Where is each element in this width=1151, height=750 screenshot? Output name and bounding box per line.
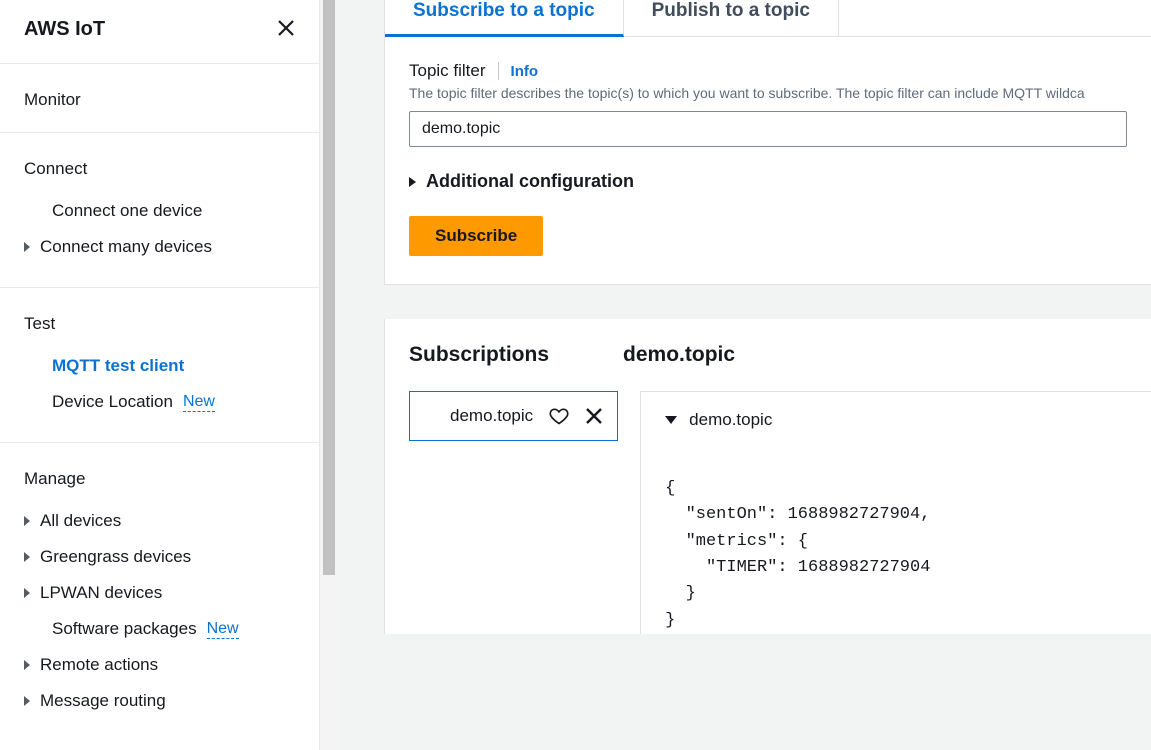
nav-group-monitor: Monitor — [0, 64, 319, 133]
subscription-chip[interactable]: demo.topic — [409, 391, 618, 441]
current-topic-title: demo.topic — [623, 343, 735, 367]
nav-connect-one-device[interactable]: Connect one device — [24, 193, 295, 229]
nav-group-test: Test MQTT test client Device Location Ne… — [0, 288, 319, 443]
divider — [498, 62, 499, 80]
additional-configuration-toggle[interactable]: Additional configuration — [409, 171, 1127, 192]
new-badge: New — [207, 620, 239, 639]
caret-right-icon — [24, 696, 30, 706]
subscription-chip-label: demo.topic — [450, 406, 533, 426]
caret-right-icon — [24, 660, 30, 670]
close-icon[interactable] — [585, 407, 603, 425]
sidebar: AWS IoT Monitor Connect Connect one devi… — [0, 0, 320, 750]
nav-lpwan-devices[interactable]: LPWAN devices — [24, 575, 295, 611]
caret-right-icon — [24, 552, 30, 562]
nav-device-location[interactable]: Device Location New — [24, 384, 295, 420]
nav-mqtt-test-client[interactable]: MQTT test client — [24, 348, 295, 384]
nav-heading-connect: Connect — [24, 159, 295, 179]
nav-greengrass-devices[interactable]: Greengrass devices — [24, 539, 295, 575]
subscriptions-panel: Subscriptions demo.topic demo.topic — [384, 319, 1151, 634]
tab-publish[interactable]: Publish to a topic — [624, 0, 839, 36]
subscriptions-title: Subscriptions — [409, 343, 549, 367]
caret-right-icon — [24, 588, 30, 598]
caret-right-icon — [409, 177, 416, 187]
new-badge: New — [183, 393, 215, 412]
message-topic: demo.topic — [689, 410, 772, 430]
nav-connect-many-devices[interactable]: Connect many devices — [24, 229, 295, 265]
caret-right-icon — [24, 242, 30, 252]
nav-heading-test: Test — [24, 314, 295, 334]
nav-item-label: LPWAN devices — [40, 583, 162, 603]
nav-item-label: Connect many devices — [40, 237, 212, 257]
nav-item-label: Greengrass devices — [40, 547, 191, 567]
nav-item-label: Message routing — [40, 691, 166, 711]
subscribe-panel: Subscribe to a topic Publish to a topic … — [384, 0, 1151, 285]
nav-item-label: All devices — [40, 511, 121, 531]
topic-filter-label: Topic filter — [409, 61, 486, 81]
nav-software-packages[interactable]: Software packages New — [24, 611, 295, 647]
subscribe-button[interactable]: Subscribe — [409, 216, 543, 256]
main-content: Subscribe to a topic Publish to a topic … — [338, 0, 1151, 750]
sidebar-header: AWS IoT — [0, 0, 319, 64]
nav-item-label: Connect one device — [52, 201, 202, 221]
sidebar-title: AWS IoT — [24, 18, 105, 41]
nav-heading-manage: Manage — [24, 469, 295, 489]
caret-down-icon — [665, 416, 677, 424]
topic-filter-help: The topic filter describes the topic(s) … — [409, 85, 1127, 101]
nav-group-manage: Manage All devices Greengrass devices LP… — [0, 443, 319, 719]
message-header[interactable]: demo.topic — [665, 410, 1151, 430]
scrollbar-thumb[interactable] — [323, 0, 335, 575]
tabs: Subscribe to a topic Publish to a topic — [385, 0, 1151, 37]
nav-item-label: Device Location — [52, 392, 173, 412]
nav-item-label: Remote actions — [40, 655, 158, 675]
heart-icon[interactable] — [549, 406, 569, 426]
nav-message-routing[interactable]: Message routing — [24, 683, 295, 719]
message-box: demo.topic { "sentOn": 1688982727904, "m… — [640, 391, 1151, 634]
sidebar-scrollbar[interactable] — [320, 0, 338, 750]
nav-group-connect: Connect Connect one device Connect many … — [0, 133, 319, 288]
nav-item-label: MQTT test client — [52, 356, 184, 376]
close-sidebar-icon[interactable] — [277, 19, 295, 41]
nav-remote-actions[interactable]: Remote actions — [24, 647, 295, 683]
info-link[interactable]: Info — [511, 63, 539, 80]
caret-right-icon — [24, 516, 30, 526]
tab-subscribe[interactable]: Subscribe to a topic — [385, 0, 624, 37]
nav-item-label: Software packages — [52, 619, 197, 639]
nav-all-devices[interactable]: All devices — [24, 503, 295, 539]
nav-heading-monitor[interactable]: Monitor — [24, 90, 295, 110]
topic-filter-input[interactable] — [409, 111, 1127, 147]
message-body: { "sentOn": 1688982727904, "metrics": { … — [665, 476, 1151, 634]
additional-configuration-label: Additional configuration — [426, 171, 634, 192]
